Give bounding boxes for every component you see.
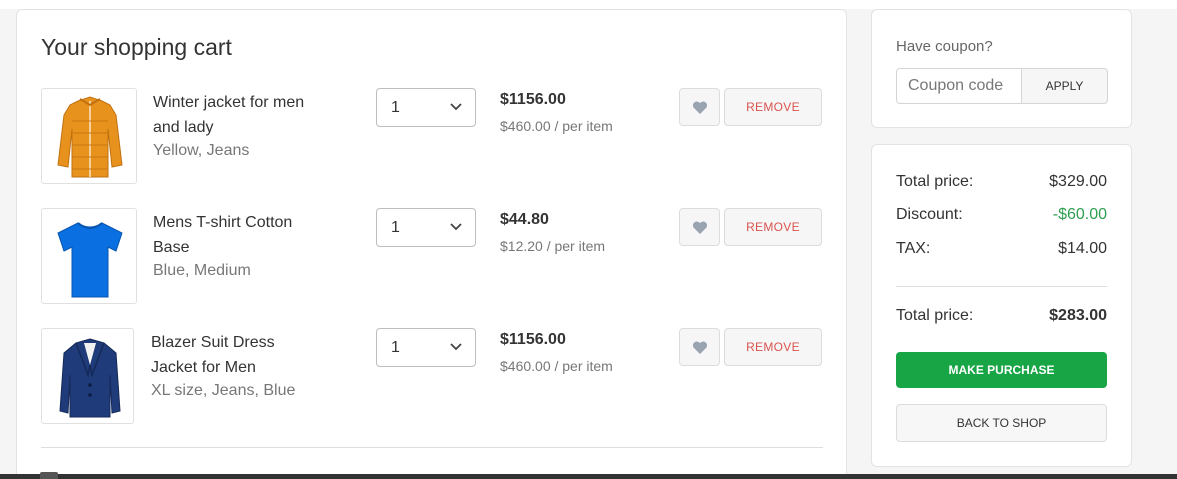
- favorite-button[interactable]: [679, 328, 720, 366]
- order-summary-panel: Total price: $329.00 Discount: -$60.00 T…: [871, 144, 1132, 467]
- item-name[interactable]: Blazer Suit Dress Jacket for Men: [151, 330, 321, 380]
- make-purchase-button[interactable]: MAKE PURCHASE: [896, 352, 1107, 388]
- item-price-each: $460.00 / per item: [500, 358, 613, 374]
- coupon-code-input[interactable]: [896, 68, 1022, 104]
- favorite-button[interactable]: [679, 88, 720, 126]
- heart-icon: [692, 101, 708, 114]
- cart-item: Mens T-shirt Cotton Base Blue, Medium 1 …: [17, 208, 848, 304]
- divider: [41, 447, 823, 448]
- coupon-panel: Have coupon? APPLY: [871, 9, 1132, 128]
- item-price-total: $1156.00: [500, 91, 566, 108]
- remove-button[interactable]: REMOVE: [724, 328, 822, 366]
- summary-row-tax: TAX: $14.00: [896, 240, 1107, 260]
- bottom-bar: [0, 474, 1177, 479]
- puffer-jacket-icon: [57, 96, 123, 178]
- quantity-value: 1: [391, 219, 400, 236]
- item-variant: XL size, Jeans, Blue: [151, 382, 296, 399]
- summary-row-final: Total price: $283.00: [896, 307, 1107, 327]
- coupon-label: Have coupon?: [896, 38, 993, 55]
- heart-icon: [692, 341, 708, 354]
- item-name[interactable]: Winter jacket for men and lady: [153, 90, 323, 140]
- page-top-strip: [0, 0, 1177, 9]
- tax-value: $14.00: [1058, 240, 1107, 257]
- tax-label: TAX:: [896, 240, 931, 257]
- product-thumbnail[interactable]: [41, 208, 137, 304]
- heart-icon: [692, 221, 708, 234]
- favorite-button[interactable]: [679, 208, 720, 246]
- remove-button[interactable]: REMOVE: [724, 88, 822, 126]
- quantity-select[interactable]: 1: [376, 88, 476, 127]
- checkbox-edge: [40, 472, 58, 479]
- discount-label: Discount:: [896, 206, 963, 223]
- item-price-total: $1156.00: [500, 331, 566, 348]
- cart-item: Blazer Suit Dress Jacket for Men XL size…: [17, 328, 848, 424]
- blazer-icon: [59, 338, 121, 418]
- item-variant: Blue, Medium: [153, 262, 251, 279]
- item-price-each: $12.20 / per item: [500, 238, 606, 254]
- chevron-down-icon: [450, 223, 462, 231]
- product-thumbnail[interactable]: [41, 328, 134, 424]
- item-variant: Yellow, Jeans: [153, 142, 250, 159]
- total-price-value: $329.00: [1049, 173, 1107, 190]
- cart-title: Your shopping cart: [41, 34, 232, 60]
- remove-button[interactable]: REMOVE: [724, 208, 822, 246]
- quantity-value: 1: [391, 99, 400, 116]
- quantity-select[interactable]: 1: [376, 328, 476, 367]
- chevron-down-icon: [450, 343, 462, 351]
- chevron-down-icon: [450, 103, 462, 111]
- quantity-value: 1: [391, 339, 400, 356]
- total-price-label: Total price:: [896, 173, 974, 190]
- item-name[interactable]: Mens T-shirt Cotton Base: [153, 210, 323, 260]
- shopping-cart-panel: Your shopping cart Winter jacket for men…: [16, 9, 847, 479]
- back-to-shop-button[interactable]: BACK TO SHOP: [896, 404, 1107, 442]
- final-total-label: Total price:: [896, 307, 974, 324]
- discount-value: -$60.00: [1052, 206, 1107, 223]
- cart-item: Winter jacket for men and lady Yellow, J…: [17, 88, 848, 184]
- item-price-total: $44.80: [500, 211, 549, 228]
- item-price-each: $460.00 / per item: [500, 118, 613, 134]
- tshirt-icon: [57, 222, 123, 298]
- product-thumbnail[interactable]: [41, 88, 137, 184]
- divider: [896, 286, 1107, 287]
- apply-coupon-button[interactable]: APPLY: [1021, 68, 1108, 104]
- summary-row-discount: Discount: -$60.00: [896, 206, 1107, 226]
- quantity-select[interactable]: 1: [376, 208, 476, 247]
- summary-row-total: Total price: $329.00: [896, 173, 1107, 193]
- final-total-value: $283.00: [1049, 307, 1107, 324]
